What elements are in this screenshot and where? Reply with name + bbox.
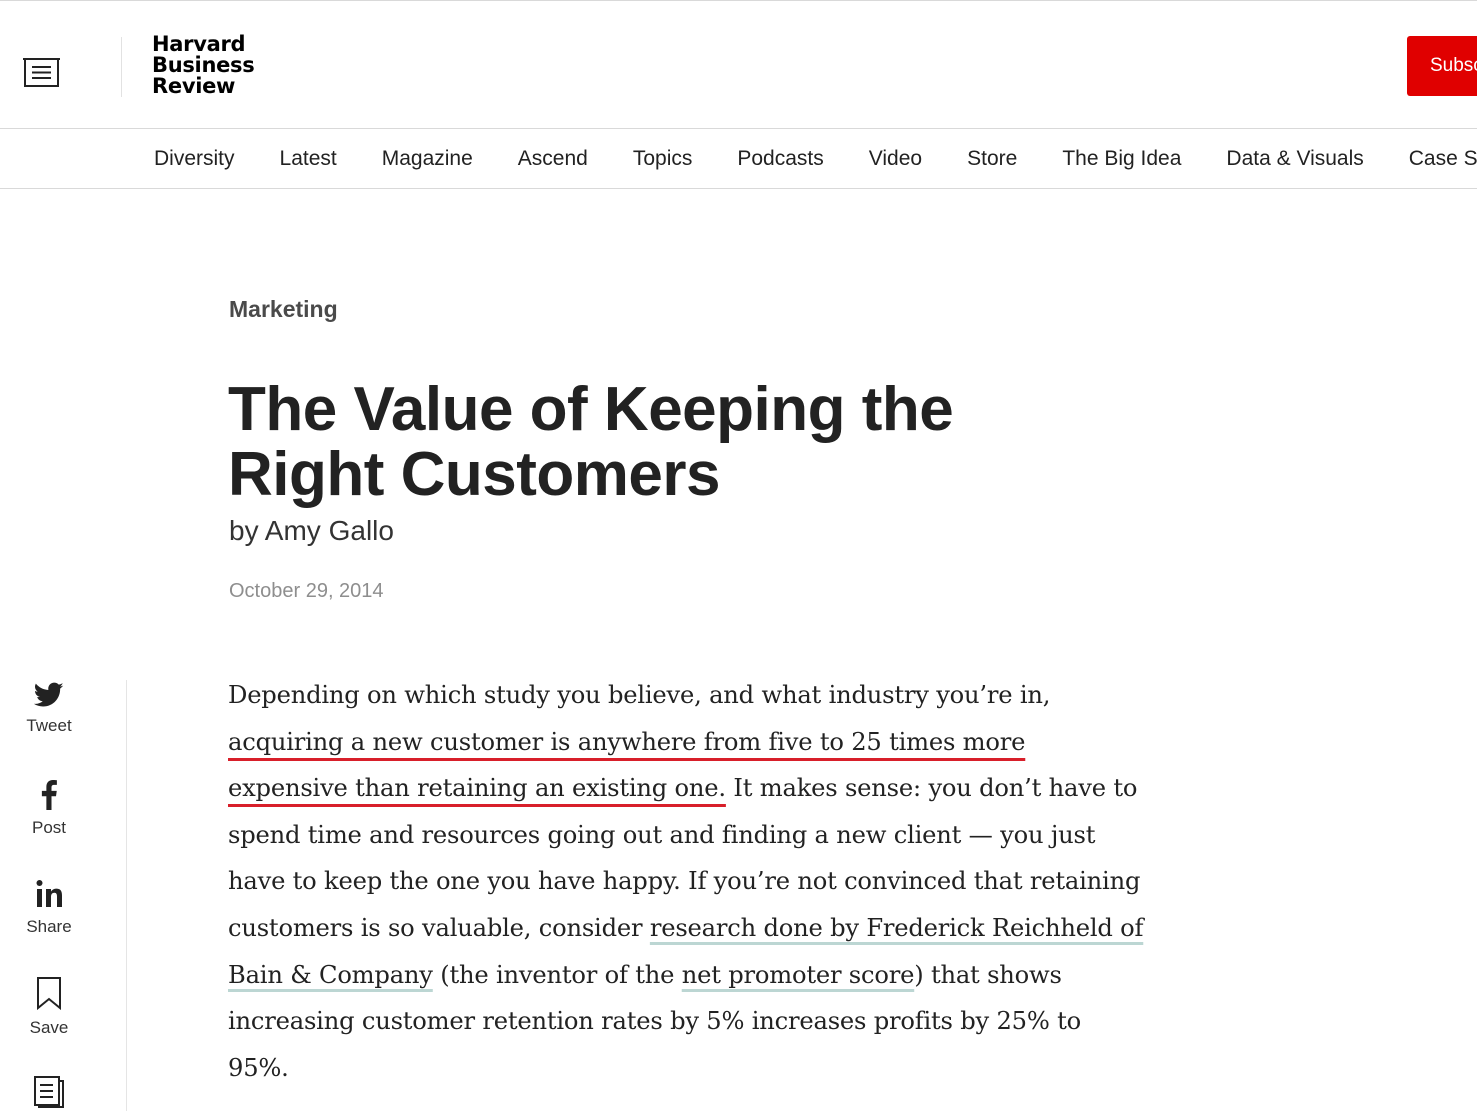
hbr-logo[interactable]: Harvard Business Review [152,32,255,98]
document-icon [0,1075,98,1109]
logo-line: Harvard [152,32,246,56]
nav-item-magazine[interactable]: Magazine [382,147,473,171]
nav-item-diversity[interactable]: Diversity [154,147,235,171]
facebook-icon [0,780,98,810]
tweet-button[interactable]: Tweet [0,682,98,736]
nav-item-podcasts[interactable]: Podcasts [737,147,823,171]
logo-line: Review [152,74,236,98]
nav-item-latest[interactable]: Latest [280,147,337,171]
net-promoter-score-link[interactable]: net promoter score [682,961,915,989]
article-title: The Value of Keeping the Right Customers [228,375,954,509]
rail-divider [126,680,127,1111]
bookmark-icon [0,976,98,1010]
share-label: Share [26,917,72,936]
post-button[interactable]: Post [0,780,98,838]
body-text: (the inventor of the [432,960,682,989]
twitter-icon [0,682,98,708]
topic-link[interactable]: Marketing [229,296,338,323]
tweet-label: Tweet [26,716,72,735]
post-label: Post [31,818,67,837]
header-divider [121,37,122,97]
site-header: Harvard Business Review Subscribe [0,0,1477,129]
linkedin-share-button[interactable]: Share [0,879,98,937]
subscribe-button[interactable]: Subscribe [1407,36,1477,96]
menu-icon[interactable] [22,56,60,88]
nav-item-video[interactable]: Video [869,147,922,171]
save-label: Save [29,1018,69,1037]
nav-list: Diversity Latest Magazine Ascend Topics … [154,129,1477,188]
print-button[interactable] [0,1075,98,1109]
article-byline[interactable]: by Amy Gallo [229,515,394,547]
nav-item-store[interactable]: Store [967,147,1017,171]
save-button[interactable]: Save [0,976,98,1038]
article-date: October 29, 2014 [229,580,384,602]
nav-item-ascend[interactable]: Ascend [518,147,588,171]
nav-item-case-selections[interactable]: Case Selections [1409,147,1477,171]
article-body: Depending on which study you believe, an… [228,672,1148,1091]
body-text: Depending on which study you believe, an… [228,681,1051,709]
logo-line: Business [152,53,255,77]
nav-item-topics[interactable]: Topics [633,147,693,171]
nav-item-data-visuals[interactable]: Data & Visuals [1226,147,1363,171]
main-nav: Diversity Latest Magazine Ascend Topics … [0,129,1477,189]
linkedin-icon [0,879,98,909]
nav-item-big-idea[interactable]: The Big Idea [1062,147,1181,171]
